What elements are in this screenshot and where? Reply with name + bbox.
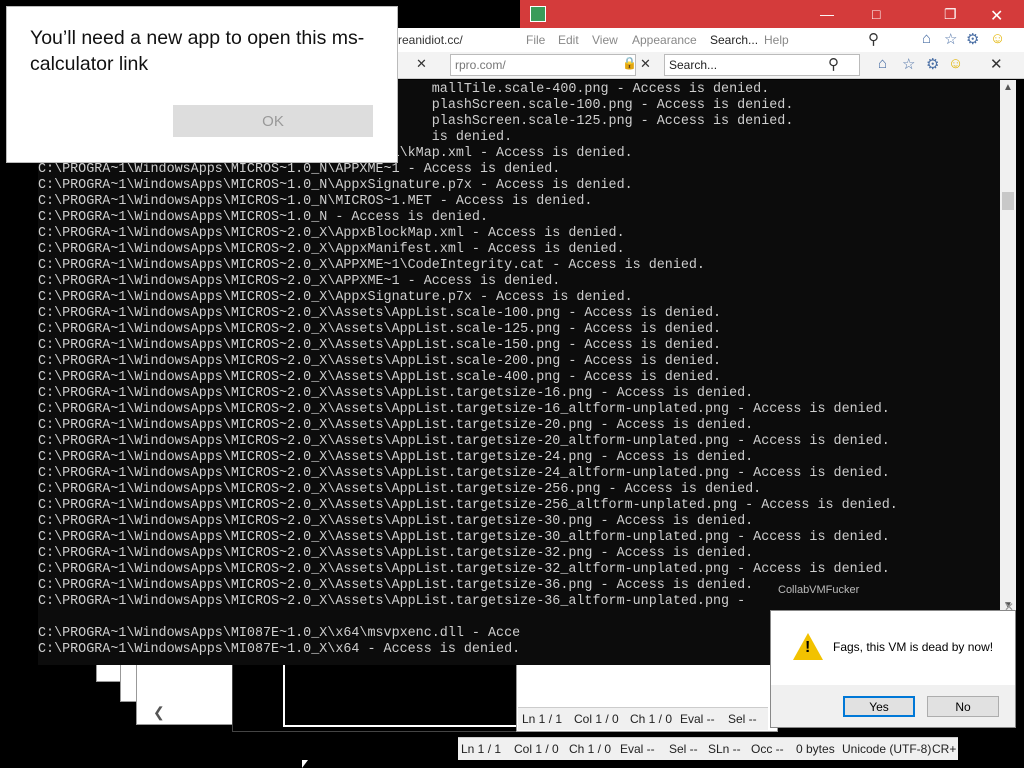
console-line: C:\PROGRA~1\WindowsApps\MICROS~2.0_X\Ass… <box>38 514 754 529</box>
status-ch: Ch 1 / 0 <box>569 742 612 756</box>
browser-menubar: reanidiot.cc/ File Edit View Appearance … <box>396 28 1024 52</box>
address-bar-2[interactable]: rpro.com/ <box>450 54 636 76</box>
console-line: C:\PROGRA~1\WindowsApps\MICROS~2.0_X\App… <box>38 226 625 241</box>
home-icon-2[interactable]: ⌂ <box>878 55 887 72</box>
home-icon[interactable]: ⌂ <box>922 30 931 47</box>
status-col: Col 1 / 0 <box>574 712 619 726</box>
console-line: C:\PROGRA~1\WindowsApps\MICROS~2.0_X\Ass… <box>38 450 754 465</box>
restore-icon[interactable]: ❐ <box>944 6 957 23</box>
new-app-dialog: You’ll need a new app to open this ms-ca… <box>6 6 398 163</box>
status-eval: Eval -- <box>680 712 715 726</box>
menu-search[interactable]: Search... <box>710 33 758 47</box>
scroll-left-icon[interactable]: ❮ <box>153 704 165 721</box>
message-box: ! Fags, this VM is dead by now! Yes No <box>770 610 1016 728</box>
status-encoding: Unicode (UTF-8) <box>842 742 932 756</box>
console-line: C:\PROGRA~1\WindowsApps\MICROS~2.0_X\App… <box>38 290 633 305</box>
outer-status-bar: Ln 1 / 1 Col 1 / 0 Ch 1 / 0 Eval -- Sel … <box>458 737 958 760</box>
no-button[interactable]: No <box>927 696 999 717</box>
console-line: C:\PROGRA~1\WindowsApps\MICROS~2.0_X\Ass… <box>38 482 762 497</box>
smiley-icon-2[interactable]: ☺ <box>948 55 963 72</box>
search-icon[interactable]: ⚲ <box>868 30 879 48</box>
address-text: rpro.com/ <box>455 58 506 72</box>
menu-file[interactable]: File <box>526 33 545 47</box>
star-icon-2[interactable]: ☆ <box>902 55 915 73</box>
status-eval: Eval -- <box>620 742 655 756</box>
scrollbar-thumb[interactable] <box>1002 192 1014 210</box>
msgbox-message: Fags, this VM is dead by now! <box>833 640 994 654</box>
console-line: C:\PROGRA~1\WindowsApps\MICROS~2.0_X\Ass… <box>38 370 722 385</box>
star-icon[interactable]: ☆ <box>944 30 957 48</box>
warning-exclamation-icon: ! <box>805 639 811 656</box>
console-line: C:\PROGRA~1\WindowsApps\MICROS~1.0_N\App… <box>38 178 633 193</box>
gear-icon[interactable]: ⚙ <box>966 30 979 48</box>
status-size: 0 bytes <box>796 742 835 756</box>
console-window[interactable]: mallTile.scale-400.png - Access is denie… <box>38 80 1000 665</box>
menu-appearance[interactable]: Appearance <box>632 33 697 47</box>
inner-status-bar: Ln 1 / 1 Col 1 / 0 Ch 1 / 0 Eval -- Sel … <box>518 707 768 730</box>
yes-button[interactable]: Yes <box>843 696 915 717</box>
dialog-message: You’ll need a new app to open this ms-ca… <box>30 27 365 75</box>
search-placeholder: Search... <box>669 58 718 72</box>
status-ch: Ch 1 / 0 <box>630 712 673 726</box>
console-line: C:\PROGRA~1\WindowsApps\MICROS~2.0_X\Ass… <box>38 306 722 321</box>
console-line: C:\PROGRA~1\WindowsApps\MICROS~2.0_X\Ass… <box>38 322 722 337</box>
mouse-cursor-icon <box>302 760 308 768</box>
status-sel: Sel -- <box>669 742 698 756</box>
console-output: mallTile.scale-400.png - Access is denie… <box>38 82 898 658</box>
console-line: C:\PROGRA~1\WindowsApps\MICROS~2.0_X\Ass… <box>38 354 722 369</box>
lock-icon: 🔒 <box>622 56 637 70</box>
browser-toolbar: ✕ rpro.com/ 🔒 ✕ Search... ⚲ ⌂ ☆ ⚙ ☺ ✕ <box>396 52 1024 79</box>
address-bar-1[interactable]: reanidiot.cc/ <box>398 33 463 47</box>
ok-button[interactable]: OK <box>173 105 373 137</box>
close-icon-2[interactable]: ✕ <box>990 55 1003 73</box>
status-occ: Occ -- <box>751 742 784 756</box>
console-line: C:\PROGRA~1\WindowsApps\MICROS~2.0_X\Ass… <box>38 498 898 513</box>
minimize-icon[interactable]: — <box>820 6 834 22</box>
scroll-up-icon[interactable]: ▲ <box>1003 82 1013 93</box>
maximize-icon[interactable]: □ <box>872 6 880 22</box>
menu-edit[interactable]: Edit <box>558 33 579 47</box>
console-line: C:\PROGRA~1\WindowsApps\MICROS~2.0_X\Ass… <box>38 402 890 417</box>
close-tab-icon[interactable]: ✕ <box>416 56 427 72</box>
browser-title-bar: — □ ❐ ✕ <box>520 0 1024 28</box>
close-icon[interactable]: ✕ <box>990 6 1003 26</box>
console-line: C:\PROGRA~1\WindowsApps\MICROS~1.0_N\APP… <box>38 162 561 177</box>
status-col: Col 1 / 0 <box>514 742 559 756</box>
console-line: C:\PROGRA~1\WindowsApps\MICROS~2.0_X\App… <box>38 242 625 257</box>
close-address-icon[interactable]: ✕ <box>640 56 651 72</box>
console-scrollbar[interactable]: ▲ ▼ <box>1000 80 1016 615</box>
msgbox-title: CollabVMFucker <box>778 584 860 596</box>
console-line: C:\PROGRA~1\WindowsApps\MICROS~2.0_X\APP… <box>38 258 705 273</box>
app-icon <box>530 6 546 22</box>
menu-view[interactable]: View <box>592 33 618 47</box>
status-ln: Ln 1 / 1 <box>461 742 502 756</box>
status-sel: Sel -- <box>728 712 757 726</box>
console-line: C:\PROGRA~1\WindowsApps\MICROS~2.0_X\Ass… <box>38 338 722 353</box>
console-line: C:\PROGRA~1\WindowsApps\MICROS~2.0_X\Ass… <box>38 434 890 449</box>
console-line: C:\PROGRA~1\WindowsApps\MICROS~1.0_N - A… <box>38 210 488 225</box>
console-line: C:\PROGRA~1\WindowsApps\MICROS~2.0_X\Ass… <box>38 418 754 433</box>
console-line: C:\PROGRA~1\WindowsApps\MICROS~2.0_X\Ass… <box>38 594 746 609</box>
console-line: C:\PROGRA~1\WindowsApps\MICROS~2.0_X\APP… <box>38 274 561 289</box>
console-line: C:\PROGRA~1\WindowsApps\MI087E~1.0_X\x64… <box>38 626 521 641</box>
console-line: C:\PROGRA~1\WindowsApps\MICROS~2.0_X\Ass… <box>38 386 754 401</box>
gear-icon-2[interactable]: ⚙ <box>926 55 939 73</box>
search-icon-2[interactable]: ⚲ <box>828 55 839 73</box>
msgbox-content: ! Fags, this VM is dead by now! <box>771 611 1015 685</box>
console-line: C:\PROGRA~1\WindowsApps\MICROS~2.0_X\Ass… <box>38 578 754 593</box>
console-line: C:\PROGRA~1\WindowsApps\MICROS~2.0_X\Ass… <box>38 466 890 481</box>
console-line: C:\PROGRA~1\WindowsApps\MICROS~2.0_X\Ass… <box>38 546 754 561</box>
menu-help[interactable]: Help <box>764 33 789 47</box>
status-sln: SLn -- <box>708 742 741 756</box>
smiley-icon[interactable]: ☺ <box>990 30 1005 47</box>
status-eol: CR+ <box>932 742 957 756</box>
console-line: C:\PROGRA~1\WindowsApps\MI087E~1.0_X\x64… <box>38 642 521 657</box>
status-ln: Ln 1 / 1 <box>522 712 563 726</box>
console-line: C:\PROGRA~1\WindowsApps\MICROS~2.0_X\Ass… <box>38 530 890 545</box>
console-line: C:\PROGRA~1\WindowsApps\MICROS~2.0_X\Ass… <box>38 562 890 577</box>
console-line: C:\PROGRA~1\WindowsApps\MICROS~1.0_N\MIC… <box>38 194 593 209</box>
